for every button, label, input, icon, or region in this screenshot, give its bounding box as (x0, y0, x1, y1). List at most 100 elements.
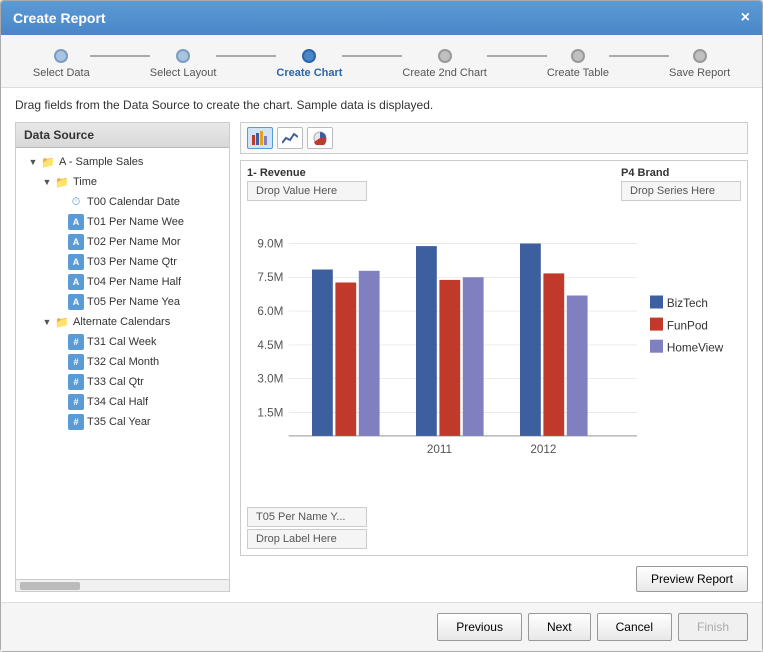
svg-text:BizTech: BizTech (667, 297, 708, 310)
line-chart-button[interactable] (277, 127, 303, 149)
hscroll-thumb (20, 582, 80, 590)
tree-label-t34: T34 Cal Half (87, 396, 148, 408)
tree-item-alternate-calendars[interactable]: ▼ 📁 Alternate Calendars (16, 312, 229, 332)
data-source-header: Data Source (16, 123, 229, 148)
chart-area: 1- Revenue Drop Value Here P4 Brand Drop… (240, 122, 748, 592)
chart-bottom-row: T05 Per Name Y... Drop Label Here (247, 507, 741, 549)
step-label-create-2nd-chart: Create 2nd Chart (402, 67, 486, 79)
folder-icon-a-sample-sales: 📁 (40, 154, 56, 170)
svg-text:3.0M: 3.0M (257, 373, 283, 386)
create-report-dialog: Create Report × Select Data Select Layou… (0, 0, 763, 652)
tree-item-t05[interactable]: ▶ A T05 Per Name Yea (16, 292, 229, 312)
tree-label-t01: T01 Per Name Wee (87, 216, 184, 228)
hash-icon-t35: # (68, 414, 84, 430)
tree-item-t03[interactable]: ▶ A T03 Per Name Qtr (16, 252, 229, 272)
tree-item-t33[interactable]: ▶ # T33 Cal Qtr (16, 372, 229, 392)
tree-item-t02[interactable]: ▶ A T02 Per Name Mor (16, 232, 229, 252)
tree-label-t00: T00 Calendar Date (87, 196, 180, 208)
svg-text:4.5M: 4.5M (257, 339, 283, 352)
svg-text:7.5M: 7.5M (257, 271, 283, 284)
tree-label-t02: T02 Per Name Mor (87, 236, 181, 248)
previous-button[interactable]: Previous (437, 613, 522, 641)
step-dot-save-report (693, 49, 707, 63)
arrow-alternate-calendars: ▼ (40, 315, 54, 329)
series-drop-area: P4 Brand Drop Series Here (621, 167, 741, 201)
clock-icon-t00: ⏱ (68, 194, 84, 210)
value-drop-area: 1- Revenue Drop Value Here (247, 167, 367, 201)
step-create-table[interactable]: Create Table (547, 49, 609, 79)
dialog-title: Create Report (13, 10, 106, 26)
tree-item-time[interactable]: ▼ 📁 Time (16, 172, 229, 192)
svg-text:9.0M: 9.0M (257, 237, 283, 250)
drop-label-zone-current[interactable]: T05 Per Name Y... (247, 507, 367, 527)
hash-icon-t31: # (68, 334, 84, 350)
a-icon-t01: A (68, 214, 84, 230)
tree-item-a-sample-sales[interactable]: ▼ 📁 A - Sample Sales (16, 152, 229, 172)
cancel-button[interactable]: Cancel (597, 613, 672, 641)
step-select-data[interactable]: Select Data (33, 49, 90, 79)
step-dot-create-2nd-chart (438, 49, 452, 63)
svg-text:HomeView: HomeView (667, 341, 724, 354)
hash-icon-t32: # (68, 354, 84, 370)
label-drop-area: T05 Per Name Y... Drop Label Here (247, 507, 367, 549)
finish-button[interactable]: Finish (678, 613, 748, 641)
svg-text:2011: 2011 (427, 443, 452, 456)
step-connector-5 (609, 55, 669, 57)
tree-label-t33: T33 Cal Qtr (87, 376, 144, 388)
hash-icon-t34: # (68, 394, 84, 410)
preview-report-button[interactable]: Preview Report (636, 566, 748, 592)
chart-toolbar (240, 122, 748, 154)
tree-item-t31[interactable]: ▶ # T31 Cal Week (16, 332, 229, 352)
pie-chart-button[interactable] (307, 127, 333, 149)
tree-label-t04: T04 Per Name Half (87, 276, 181, 288)
drop-value-zone[interactable]: Drop Value Here (247, 181, 367, 201)
tree-item-t34[interactable]: ▶ # T34 Cal Half (16, 392, 229, 412)
chart-top-row: 1- Revenue Drop Value Here P4 Brand Drop… (247, 167, 741, 201)
tree-label-t03: T03 Per Name Qtr (87, 256, 177, 268)
bar-chart-svg: 9.0M 7.5M 6.0M 4.5M 3.0M 1.5M (247, 205, 741, 503)
a-icon-t04: A (68, 274, 84, 290)
step-save-report[interactable]: Save Report (669, 49, 730, 79)
folder-icon-alternate-calendars: 📁 (54, 314, 70, 330)
drop-value-label: 1- Revenue (247, 167, 367, 179)
tree-item-t01[interactable]: ▶ A T01 Per Name Wee (16, 212, 229, 232)
tree-label-a-sample-sales: A - Sample Sales (59, 156, 143, 168)
tree-item-t35[interactable]: ▶ # T35 Cal Year (16, 412, 229, 432)
bar-chart-button[interactable] (247, 127, 273, 149)
tree-container[interactable]: ▼ 📁 A - Sample Sales ▼ 📁 Time ▶ ⏱ (16, 148, 229, 579)
step-create-2nd-chart[interactable]: Create 2nd Chart (402, 49, 486, 79)
dialog-footer: Previous Next Cancel Finish (1, 602, 762, 651)
close-button[interactable]: × (741, 9, 750, 27)
dialog-body: Drag fields from the Data Source to crea… (1, 88, 762, 602)
step-connector-4 (487, 55, 547, 57)
tree-item-t00[interactable]: ▶ ⏱ T00 Calendar Date (16, 192, 229, 212)
tree-item-t04[interactable]: ▶ A T04 Per Name Half (16, 272, 229, 292)
step-label-create-table: Create Table (547, 67, 609, 79)
dialog-header: Create Report × (1, 1, 762, 35)
tree-label-t31: T31 Cal Week (87, 336, 157, 348)
step-create-chart[interactable]: Create Chart (276, 49, 342, 79)
arrow-time: ▼ (40, 175, 54, 189)
preview-row: Preview Report (240, 566, 748, 592)
tree-label-time: Time (73, 176, 97, 188)
drop-series-zone[interactable]: Drop Series Here (621, 181, 741, 201)
drop-label-zone-hint[interactable]: Drop Label Here (247, 529, 367, 549)
step-label-create-chart: Create Chart (276, 67, 342, 79)
step-connector-3 (342, 55, 402, 57)
svg-text:1.5M: 1.5M (257, 406, 283, 419)
chart-canvas: 1- Revenue Drop Value Here P4 Brand Drop… (240, 160, 748, 556)
a-icon-t03: A (68, 254, 84, 270)
tree-item-t32[interactable]: ▶ # T32 Cal Month (16, 352, 229, 372)
svg-text:6.0M: 6.0M (257, 305, 283, 318)
step-connector-1 (90, 55, 150, 57)
step-select-layout[interactable]: Select Layout (150, 49, 217, 79)
arrow-a-sample-sales: ▼ (26, 155, 40, 169)
svg-text:FunPod: FunPod (667, 319, 708, 332)
horizontal-scrollbar[interactable] (16, 579, 229, 591)
next-button[interactable]: Next (528, 613, 591, 641)
step-label-save-report: Save Report (669, 67, 730, 79)
hash-icon-t33: # (68, 374, 84, 390)
svg-text:2012: 2012 (530, 443, 556, 456)
wizard-steps: Select Data Select Layout Create Chart C… (1, 35, 762, 88)
a-icon-t05: A (68, 294, 84, 310)
